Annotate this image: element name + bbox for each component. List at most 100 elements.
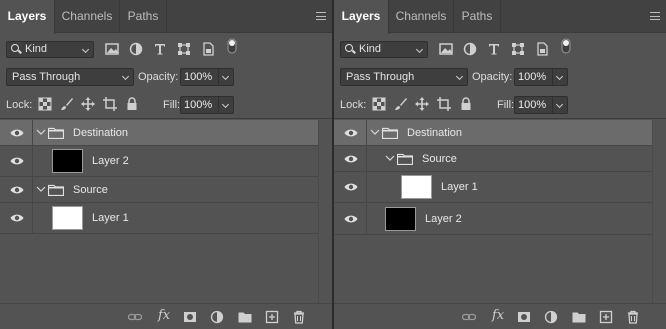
shape-filter-icon[interactable]: [510, 41, 526, 57]
shape-filter-icon[interactable]: [176, 41, 192, 57]
lock-transparent-pixels-icon[interactable]: [38, 97, 52, 111]
visibility-eye-icon[interactable]: [10, 213, 24, 223]
opacity-value: 100%: [184, 71, 213, 83]
layer-name: Layer 2: [425, 213, 462, 225]
visibility-eye-icon[interactable]: [344, 154, 358, 164]
tab-channels[interactable]: Channels: [389, 0, 454, 33]
adjustment-icon[interactable]: [210, 310, 224, 324]
fill-value: 100%: [184, 99, 213, 111]
panel-menu-icon[interactable]: [650, 12, 660, 20]
lock-artboard-icon[interactable]: [437, 97, 451, 111]
opacity-label: Opacity:: [138, 71, 179, 83]
mask-icon[interactable]: [183, 310, 197, 324]
lock-image-pixels-icon[interactable]: [394, 97, 408, 111]
layer-row-layer-2[interactable]: Layer 2: [334, 204, 652, 235]
layer-row-source[interactable]: Source: [334, 146, 652, 172]
chevron-down-icon: [415, 45, 424, 54]
visibility-eye-icon[interactable]: [344, 128, 358, 138]
chevron-down-icon: [121, 72, 130, 81]
tab-layers[interactable]: Layers: [334, 0, 389, 34]
adjustment-filter-icon[interactable]: [128, 41, 144, 57]
lock-all-icon[interactable]: [459, 97, 473, 111]
fx-icon[interactable]: fx: [492, 308, 504, 323]
lock-transparent-pixels-icon[interactable]: [372, 97, 386, 111]
layer-row-source[interactable]: Source: [0, 177, 318, 203]
layer-row-layer-1[interactable]: Layer 1: [0, 203, 318, 234]
link-icon[interactable]: [461, 310, 477, 324]
chevron-down-icon[interactable]: [36, 127, 46, 137]
lock-position-icon[interactable]: [81, 97, 95, 111]
visibility-eye-icon[interactable]: [10, 185, 24, 195]
fx-icon[interactable]: fx: [158, 308, 170, 323]
blend-mode-value: Pass Through: [346, 71, 415, 83]
panel-menu-icon[interactable]: [316, 12, 326, 20]
fill-value: 100%: [518, 99, 547, 111]
lock-label: Lock:: [340, 99, 367, 111]
opacity-field[interactable]: 100%: [180, 68, 234, 86]
filter-toggle-icon[interactable]: [224, 38, 240, 54]
lock-position-icon[interactable]: [415, 97, 429, 111]
new-layer-icon[interactable]: [265, 310, 279, 324]
layer-row-destination[interactable]: Destination: [334, 120, 652, 146]
filter-kind-select[interactable]: Kind: [6, 41, 94, 58]
panel-footer: fx: [0, 303, 332, 329]
link-icon[interactable]: [127, 310, 143, 324]
type-filter-icon[interactable]: [152, 41, 168, 57]
adjustment-filter-icon[interactable]: [462, 41, 478, 57]
tab-layers[interactable]: Layers: [0, 0, 55, 34]
layer-row-layer-1[interactable]: Layer 1: [334, 172, 652, 203]
layer-row-layer-2[interactable]: Layer 2: [0, 146, 318, 177]
type-filter-icon[interactable]: [486, 41, 502, 57]
folder-icon[interactable]: [238, 310, 252, 324]
filter-kind-label: Kind: [359, 43, 382, 55]
tab-paths[interactable]: Paths: [120, 0, 167, 33]
mask-icon[interactable]: [517, 310, 531, 324]
filter-kind-select[interactable]: Kind: [340, 41, 428, 58]
lock-label: Lock:: [6, 99, 33, 111]
new-layer-icon[interactable]: [599, 310, 613, 324]
fill-label: Fill:: [497, 99, 515, 111]
visibility-eye-icon[interactable]: [344, 182, 358, 192]
lock-row: Lock: Fill: 100%: [334, 91, 666, 119]
visibility-eye-icon[interactable]: [10, 156, 24, 166]
blend-mode-value: Pass Through: [12, 71, 81, 83]
search-icon: [11, 44, 19, 52]
tab-channels[interactable]: Channels: [55, 0, 120, 33]
layer-row-destination[interactable]: Destination: [0, 120, 318, 146]
blend-mode-select[interactable]: Pass Through: [340, 68, 468, 86]
chevron-down-icon[interactable]: [370, 127, 380, 137]
pixel-filter-icon[interactable]: [104, 41, 120, 57]
pixel-filter-icon[interactable]: [438, 41, 454, 57]
layers-panel-left: Layers Channels Paths Kind Pass Through …: [0, 0, 332, 329]
folder-icon[interactable]: [572, 310, 586, 324]
folder-icon: [47, 184, 65, 197]
layer-name: Layer 2: [92, 155, 129, 167]
lock-row: Lock: Fill: 100%: [0, 91, 332, 119]
chevron-down-icon: [555, 72, 564, 81]
adjustment-icon[interactable]: [544, 310, 558, 324]
fill-field[interactable]: 100%: [180, 96, 234, 114]
opacity-field[interactable]: 100%: [514, 68, 568, 86]
filter-toggle-icon[interactable]: [558, 38, 574, 54]
trash-icon[interactable]: [292, 310, 306, 324]
lock-artboard-icon[interactable]: [103, 97, 117, 111]
lock-all-icon[interactable]: [125, 97, 139, 111]
fill-field[interactable]: 100%: [514, 96, 568, 114]
tab-paths[interactable]: Paths: [454, 0, 501, 33]
chevron-down-icon: [221, 72, 230, 81]
blend-mode-select[interactable]: Pass Through: [6, 68, 134, 86]
visibility-eye-icon[interactable]: [344, 214, 358, 224]
visibility-eye-icon[interactable]: [10, 128, 24, 138]
scrollbar[interactable]: [318, 120, 332, 303]
chevron-down-icon[interactable]: [385, 153, 395, 163]
chevron-down-icon: [555, 100, 564, 109]
layer-thumbnail: [52, 149, 83, 173]
lock-image-pixels-icon[interactable]: [60, 97, 74, 111]
smart-object-filter-icon[interactable]: [534, 41, 550, 57]
layer-name: Destination: [407, 127, 463, 139]
opacity-label: Opacity:: [472, 71, 513, 83]
scrollbar[interactable]: [652, 120, 666, 303]
smart-object-filter-icon[interactable]: [200, 41, 216, 57]
trash-icon[interactable]: [626, 310, 640, 324]
chevron-down-icon[interactable]: [36, 184, 46, 194]
